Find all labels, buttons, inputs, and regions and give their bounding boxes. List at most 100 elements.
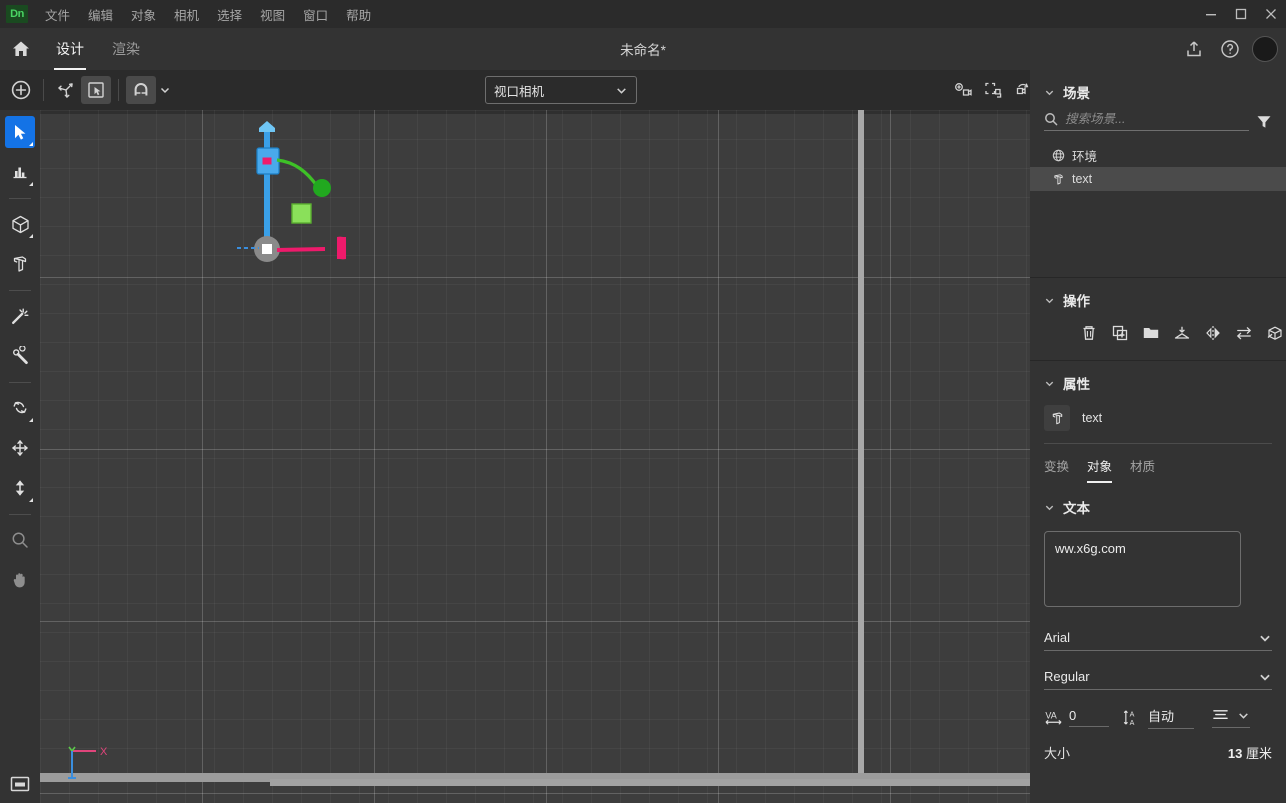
properties-section-header[interactable]: 属性 [1030,361,1286,401]
menu-file[interactable]: 文件 [36,3,79,26]
text-3d-icon [1044,405,1070,431]
swap-icon[interactable] [1234,322,1255,344]
selected-object-name: text [1082,411,1102,425]
search-icon [1044,112,1058,126]
svg-text:A: A [1130,719,1135,727]
tab-transform-label: 变换 [1044,460,1069,474]
help-icon[interactable] [1214,33,1246,65]
minimize-icon[interactable] [1196,0,1226,28]
snap-chevron-down-icon[interactable] [156,76,174,104]
select-tool[interactable] [5,116,35,148]
tab-material[interactable]: 材质 [1130,456,1155,483]
axis-label-x: X [100,746,108,758]
maximize-icon[interactable] [1226,0,1256,28]
chevron-down-icon [1258,670,1272,684]
leading-control[interactable]: A A 自动 [1123,706,1194,729]
zoom-tool[interactable] [5,524,35,556]
group-folder-icon[interactable] [1140,322,1161,344]
menu-camera[interactable]: 相机 [165,3,208,26]
text-section-title: 文本 [1063,497,1090,517]
size-row[interactable]: 大小 13 厘米 [1044,743,1272,762]
orbit-tool[interactable] [5,392,35,424]
text-3d-icon [1052,173,1065,186]
delete-icon[interactable] [1078,322,1099,344]
menu-edit[interactable]: 编辑 [79,3,122,26]
scene-search-box[interactable] [1044,112,1249,131]
axis-move-icon[interactable] [51,76,81,104]
scene-item-label: text [1072,172,1092,186]
move-tool[interactable] [5,432,35,464]
magic-select-tool[interactable] [5,156,35,188]
scene-item-environment[interactable]: 环境 [1030,143,1286,167]
ground-horizon-line-far [270,779,1030,786]
move-to-ground-icon[interactable] [1171,322,1192,344]
model-tool[interactable] [5,208,35,240]
text-content-input[interactable] [1044,531,1241,607]
menu-help[interactable]: 帮助 [337,3,380,26]
tracking-value: 0 [1069,708,1109,727]
home-icon[interactable] [0,28,42,70]
search-input[interactable] [1065,112,1249,126]
scene-item-label: 环境 [1072,146,1097,165]
scale-tool[interactable] [5,472,35,504]
menu-object[interactable]: 对象 [122,3,165,26]
text-metrics-row: VA 0 A A 自动 [1044,706,1272,729]
size-value-group: 13 厘米 [1228,743,1272,762]
font-style-value: Regular [1044,669,1090,684]
leading-icon: A A [1123,708,1142,727]
viewport-canvas[interactable]: X [40,110,1030,803]
chevron-down-icon[interactable] [1237,709,1250,722]
tracking-control[interactable]: VA 0 [1044,708,1109,727]
scene-vertical-edge [858,110,864,782]
unwrap-icon[interactable] [1265,322,1286,344]
frame-selection-icon[interactable] [978,76,1008,104]
tab-object-label: 对象 [1087,460,1112,474]
size-label: 大小 [1044,743,1070,762]
camera-add-icon[interactable] [948,76,978,104]
camera-select-value: 视口相机 [494,81,544,100]
avatar[interactable] [1252,36,1278,62]
magnet-snap-icon[interactable] [126,76,156,104]
scene-section-header[interactable]: 场景 [1030,70,1286,110]
panel-toggle-icon[interactable] [5,771,35,797]
selected-object-row[interactable]: text [1030,401,1286,443]
actions-section-header[interactable]: 操作 [1030,278,1286,318]
app-header: 设计 渲染 未命名* [0,28,1286,70]
environment-globe-icon [1052,149,1065,162]
camera-select[interactable]: 视口相机 [485,76,637,104]
align-icon[interactable] [1212,708,1229,723]
select-object-icon[interactable] [81,76,111,104]
font-family-select[interactable]: Arial [1044,630,1272,651]
tab-render[interactable]: 渲染 [98,28,154,70]
svg-text:VA: VA [1045,710,1056,720]
plus-circle-icon[interactable] [6,76,36,104]
menu-window[interactable]: 窗口 [294,3,337,26]
chevron-down-icon [1258,631,1272,645]
menu-select[interactable]: 选择 [208,3,251,26]
font-style-select[interactable]: Regular [1044,669,1272,690]
menu-view[interactable]: 视图 [251,3,294,26]
properties-tabs: 变换 对象 材质 [1030,444,1286,483]
close-icon[interactable] [1256,0,1286,28]
tab-object[interactable]: 对象 [1087,456,1112,483]
document-title: 未命名* [0,39,1286,59]
text-tool[interactable] [5,248,35,280]
text-section-header[interactable]: 文本 [1030,483,1286,525]
share-icon[interactable] [1178,33,1210,65]
alignment-control[interactable] [1212,708,1250,728]
pan-tool[interactable] [5,564,35,596]
mirror-icon[interactable] [1203,322,1224,344]
rail-divider-3 [9,382,31,383]
tab-design[interactable]: 设计 [42,28,98,70]
magic-wand-tool[interactable] [5,300,35,332]
eyedropper-tool[interactable] [5,340,35,372]
duplicate-icon[interactable] [1109,322,1130,344]
tab-transform[interactable]: 变换 [1044,456,1069,483]
filter-icon[interactable] [1256,114,1272,130]
app-logo: Dn [6,5,28,23]
actions-panel-title: 操作 [1063,290,1090,310]
transform-gizmo[interactable] [235,110,435,370]
rail-divider-4 [9,514,31,515]
chevron-down-icon [615,84,628,97]
scene-item-text[interactable]: text [1030,167,1286,191]
